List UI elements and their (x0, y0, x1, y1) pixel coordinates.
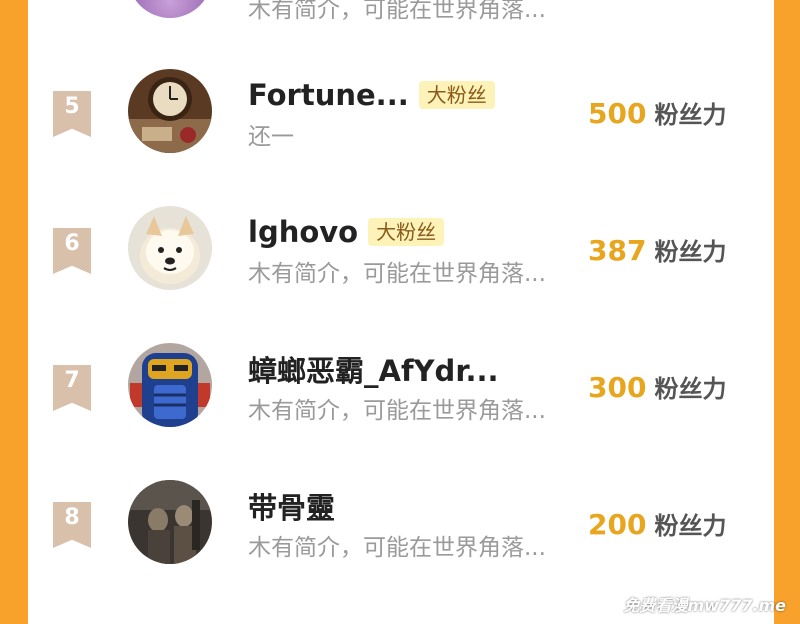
watermark: 免费看漫mw777.me (623, 596, 786, 615)
bio-text: 木有简介，可能在世界角落... (248, 0, 546, 23)
frame-right (774, 0, 800, 624)
fan-power-value: 200 (588, 508, 647, 541)
list-item[interactable]: 8 带骨靈 木有简介，可能在世界角落... 200 粉丝力 (28, 468, 774, 578)
photo-avatar-icon[interactable] (128, 480, 212, 564)
fan-power-value: 500 (588, 97, 647, 130)
user-name[interactable]: lghovo (248, 215, 358, 249)
clock-avatar-icon[interactable] (128, 69, 212, 153)
bio-text: 还一 (248, 124, 294, 150)
fan-power-label: 粉丝力 (654, 375, 727, 403)
fan-ranking-panel: 木有简介，可能在世界角落... 5 Fortune... 大粉丝 还一 500 … (28, 0, 774, 624)
fan-power: 200 粉丝力 (588, 506, 726, 541)
list-item[interactable]: 5 Fortune... 大粉丝 还一 500 粉丝力 (28, 57, 774, 167)
fan-power-label: 粉丝力 (654, 238, 727, 266)
fan-power: 500 粉丝力 (588, 95, 726, 130)
list-item[interactable]: 7 蟑螂恶霸_AfYdr... 木有简介，可能在世界角落... 300 粉丝力 (28, 331, 774, 441)
fan-level-badge: 大粉丝 (418, 81, 495, 109)
fan-power: 300 粉丝力 (588, 369, 726, 404)
fan-power-value: 300 (588, 371, 647, 404)
robot-avatar-icon[interactable] (128, 343, 212, 427)
rank-badge: 7 (53, 365, 91, 411)
fan-power: 387 粉丝力 (588, 232, 726, 267)
dog-avatar-icon[interactable] (128, 206, 212, 290)
fan-power-label: 粉丝力 (654, 101, 727, 129)
fan-power-value: 387 (588, 234, 647, 267)
frame-left (0, 0, 28, 624)
list-item[interactable]: 6 lghovo 大粉丝 木有简介，可能在世界角落... 387 粉丝力 (28, 194, 774, 304)
user-name[interactable]: Fortune... (248, 78, 409, 112)
user-name[interactable]: 带骨靈 (248, 485, 335, 527)
avatar[interactable] (128, 0, 212, 18)
bio-text: 木有简介，可能在世界角落... (248, 535, 546, 561)
fan-level-badge: 大粉丝 (368, 218, 445, 246)
rank-badge: 6 (53, 228, 91, 274)
bio-text: 木有简介，可能在世界角落... (248, 261, 546, 287)
fan-power-label: 粉丝力 (654, 512, 727, 540)
bio-text: 木有简介，可能在世界角落... (248, 398, 546, 424)
user-name[interactable]: 蟑螂恶霸_AfYdr... (248, 348, 499, 390)
rank-badge: 5 (53, 91, 91, 137)
rank-badge: 8 (53, 502, 91, 548)
